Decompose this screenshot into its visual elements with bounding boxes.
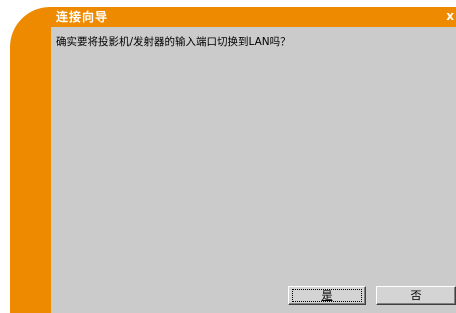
dialog-title: 连接向导 — [56, 10, 109, 24]
dialog-content: 确实要将投影机/发射器的输入端口切换到LAN吗？ 是 否 — [51, 27, 456, 313]
confirm-message: 确实要将投影机/发射器的输入端口切换到LAN吗？ — [56, 36, 291, 48]
close-icon[interactable]: x — [446, 9, 454, 24]
no-button-label: 否 — [410, 289, 422, 302]
dialog-window: 连接向导 x 确实要将投影机/发射器的输入端口切换到LAN吗？ 是 否 — [10, 7, 456, 313]
no-button[interactable]: 否 — [376, 286, 456, 305]
yes-button-label: 是 — [321, 289, 333, 302]
yes-button[interactable]: 是 — [288, 286, 366, 305]
